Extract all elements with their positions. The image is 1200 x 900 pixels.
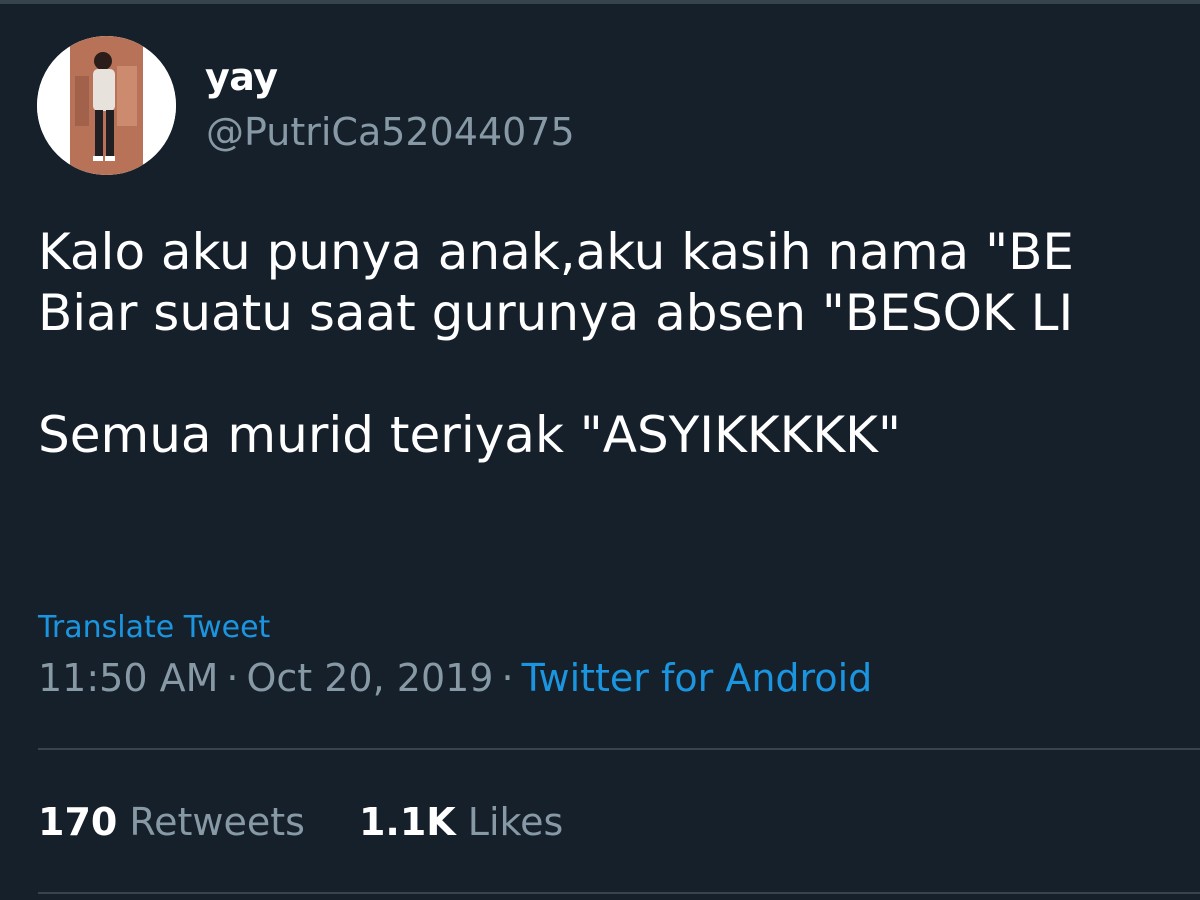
translate-tweet-link[interactable]: Translate Tweet (38, 610, 270, 645)
tweet-date[interactable]: Oct 20, 2019 (246, 656, 493, 700)
likes-count: 1.1K (358, 800, 456, 844)
stats-bottom-divider (38, 892, 1200, 894)
stats-top-divider (38, 748, 1200, 750)
tweet-text-line: Biar suatu saat gurunya absen "BESOK LI (38, 284, 1074, 342)
tweet-stats: 170 Retweets 1.1K Likes (38, 800, 617, 844)
meta-separator: · (226, 656, 239, 700)
tweet-text-line (38, 344, 1200, 405)
top-divider (0, 0, 1200, 4)
tweet-text-line: Kalo aku punya anak,aku kasih nama "BE (38, 223, 1074, 281)
tweet-detail-view: yay @PutriCa52044075 Kalo aku punya anak… (0, 0, 1200, 900)
user-handle[interactable]: @PutriCa52044075 (206, 110, 575, 154)
likes-stat[interactable]: 1.1K Likes (359, 800, 563, 844)
retweets-stat[interactable]: 170 Retweets (38, 800, 305, 844)
avatar[interactable] (37, 36, 176, 175)
avatar-photo-icon (37, 36, 176, 175)
tweet-time[interactable]: 11:50 AM (38, 656, 218, 700)
likes-label: Likes (467, 800, 564, 844)
tweet-text-line: Semua murid teriyak "ASYIKKKKK" (38, 406, 901, 464)
tweet-meta: 11:50 AM · Oct 20, 2019 · Twitter for Androi… (38, 656, 872, 700)
retweets-label: Retweets (129, 800, 305, 844)
display-name[interactable]: yay (205, 55, 278, 99)
meta-separator: · (501, 656, 514, 700)
retweets-count: 170 (38, 800, 118, 844)
tweet-source-link[interactable]: Twitter for Android (522, 656, 873, 700)
tweet-text: Kalo aku punya anak,aku kasih nama "BE B… (38, 222, 1200, 562)
